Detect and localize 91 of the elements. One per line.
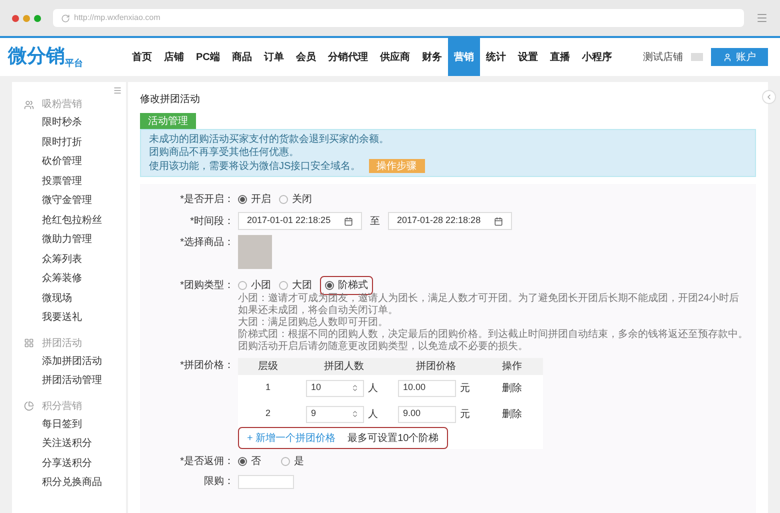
chevron-icon: [765, 93, 773, 101]
nav-tab[interactable]: 供应商: [374, 38, 416, 76]
column-header: 操作: [501, 360, 523, 374]
nav-tab[interactable]: 会员: [290, 38, 322, 76]
sidebar-item[interactable]: 微守金管理: [24, 191, 126, 210]
unit-label: 元: [460, 408, 470, 422]
sidebar-item[interactable]: 积分兑换商品: [24, 473, 126, 492]
form-label: *是否返佣：: [179, 454, 235, 469]
sidebar-item[interactable]: 微现场: [24, 288, 126, 308]
column-header: 层级: [257, 360, 279, 374]
column-header: 拼团价格: [415, 360, 457, 374]
radio-option[interactable]: 阶梯式: [325, 278, 368, 293]
add-price-link[interactable]: + 新增一个拼团价格: [247, 430, 336, 446]
count-field[interactable]: 10: [306, 380, 364, 396]
table-cell-text: 2: [264, 407, 272, 420]
nav-tab[interactable]: 小程序: [576, 38, 618, 76]
panel-toggle[interactable]: [762, 90, 776, 104]
type-description: 大团：满足团购总人数即可开团。: [238, 317, 389, 328]
group-title: 积分营销: [42, 400, 82, 414]
group-icon: [24, 401, 34, 411]
stepper-icon[interactable]: [351, 384, 359, 392]
radio-option[interactable]: 大团: [279, 278, 312, 293]
radio-option[interactable]: 小团: [238, 278, 271, 293]
nav-tab[interactable]: 直播: [544, 38, 576, 76]
group-title: 吸粉营销: [42, 98, 82, 112]
page-title: 修改拼团活动: [140, 93, 201, 107]
nav-tab[interactable]: 首页: [126, 38, 158, 76]
type-description: 小团：邀请才可成为团友，邀请人为团长，满足人数才可开团。为了避免团长开团后长期不能成团，开团24小时后如果还未成团，将会自动关闭订单。: [238, 293, 740, 316]
sidebar-item[interactable]: 投票管理: [24, 172, 126, 191]
unit-label: 人: [368, 408, 378, 422]
store-name: 测试店铺: [643, 50, 683, 64]
user-icon: [723, 52, 732, 62]
limit-field[interactable]: [238, 474, 294, 488]
nav-tab[interactable]: PC端: [190, 38, 226, 76]
nav-tab[interactable]: 订单: [258, 38, 290, 76]
sidebar-item[interactable]: 拼团活动管理: [24, 371, 126, 390]
notice-text: 未成功的团购活动买家支付的货款会退到买家的余额。: [149, 133, 389, 146]
sidebar-item[interactable]: 众筹列表: [24, 250, 126, 269]
menu-icon[interactable]: [756, 12, 768, 24]
group-icon: [24, 338, 34, 348]
delete-link[interactable]: 删除: [482, 380, 542, 396]
sidebar-item[interactable]: 众筹装修: [24, 269, 126, 288]
notice-text: 团购商品不再享受其他任何优惠。: [149, 146, 299, 159]
radio-option[interactable]: 否: [238, 454, 261, 469]
delete-link[interactable]: 删除: [482, 406, 542, 422]
form-label: *团购类型：: [179, 278, 235, 293]
calendar-icon: [494, 216, 503, 226]
sidebar-item[interactable]: 限时秒杀: [24, 113, 126, 132]
sidebar-item[interactable]: 添加拼团活动: [24, 352, 126, 371]
sidebar-item[interactable]: 限时打折: [24, 132, 126, 152]
collapse-menu-icon[interactable]: [113, 86, 122, 95]
sidebar-item[interactable]: 砍价管理: [24, 152, 126, 172]
sidebar-item[interactable]: 分享送积分: [24, 454, 126, 473]
sidebar-item[interactable]: 我要送礼: [24, 308, 126, 328]
form-label: 限购：: [203, 475, 235, 489]
stepper-icon[interactable]: [351, 410, 359, 418]
notice-text: 使用该功能，需要将设为微信JS接口安全域名。: [149, 160, 361, 172]
group-icon: [24, 100, 34, 110]
sidebar-item[interactable]: 抢红包拉粉丝: [24, 210, 126, 230]
radio-option[interactable]: 是: [281, 454, 304, 469]
calendar-icon: [344, 216, 353, 226]
price-field[interactable]: 9.00: [398, 406, 456, 422]
nav-tab[interactable]: 分销代理: [322, 38, 374, 76]
sidebar-item[interactable]: 每日签到: [24, 414, 126, 434]
sidebar-item[interactable]: 微助力管理: [24, 230, 126, 250]
reload-icon[interactable]: [61, 14, 70, 22]
group-title: 拼团活动: [42, 336, 82, 350]
range-separator: 至: [370, 214, 380, 228]
sidebar-item[interactable]: 关注送积分: [24, 434, 126, 454]
start-date-field[interactable]: 2017-01-01 22:18:25: [238, 212, 362, 230]
type-description: 阶梯式团：根据不同的团购人数，决定最后的团购价格。到达截止时间拼团自动结束，多余的钱将返还至预存款中。: [238, 329, 748, 340]
column-header: 拼团人数: [323, 360, 365, 374]
radio-option[interactable]: 开启: [238, 192, 271, 207]
nav-tab[interactable]: 统计: [480, 38, 512, 76]
nav-tab[interactable]: 店铺: [158, 38, 190, 76]
table-cell-text: 1: [264, 381, 272, 394]
radio-option[interactable]: 关闭: [279, 192, 312, 207]
form-label: *选择商品：: [179, 236, 235, 250]
form-label: *拼团价格：: [179, 358, 235, 373]
type-description: 团购活动开启后请勿随意更改团购类型，以免造成不必要的损失。: [238, 341, 529, 353]
limit-hint: 最多可设置10个阶梯: [348, 432, 439, 446]
nav-tab[interactable]: 财务: [416, 38, 448, 76]
unit-label: 人: [368, 382, 378, 396]
count-field[interactable]: 9: [306, 406, 364, 422]
price-field[interactable]: 10.00: [398, 380, 456, 396]
form-label: *时间段：: [189, 214, 235, 228]
nav-tab[interactable]: 设置: [512, 38, 544, 76]
end-date-field[interactable]: 2017-01-28 22:18:28: [388, 212, 512, 230]
nav-tab[interactable]: 商品: [226, 38, 258, 76]
unit-label: 元: [460, 382, 470, 396]
form-label: *是否开启：: [179, 192, 235, 207]
